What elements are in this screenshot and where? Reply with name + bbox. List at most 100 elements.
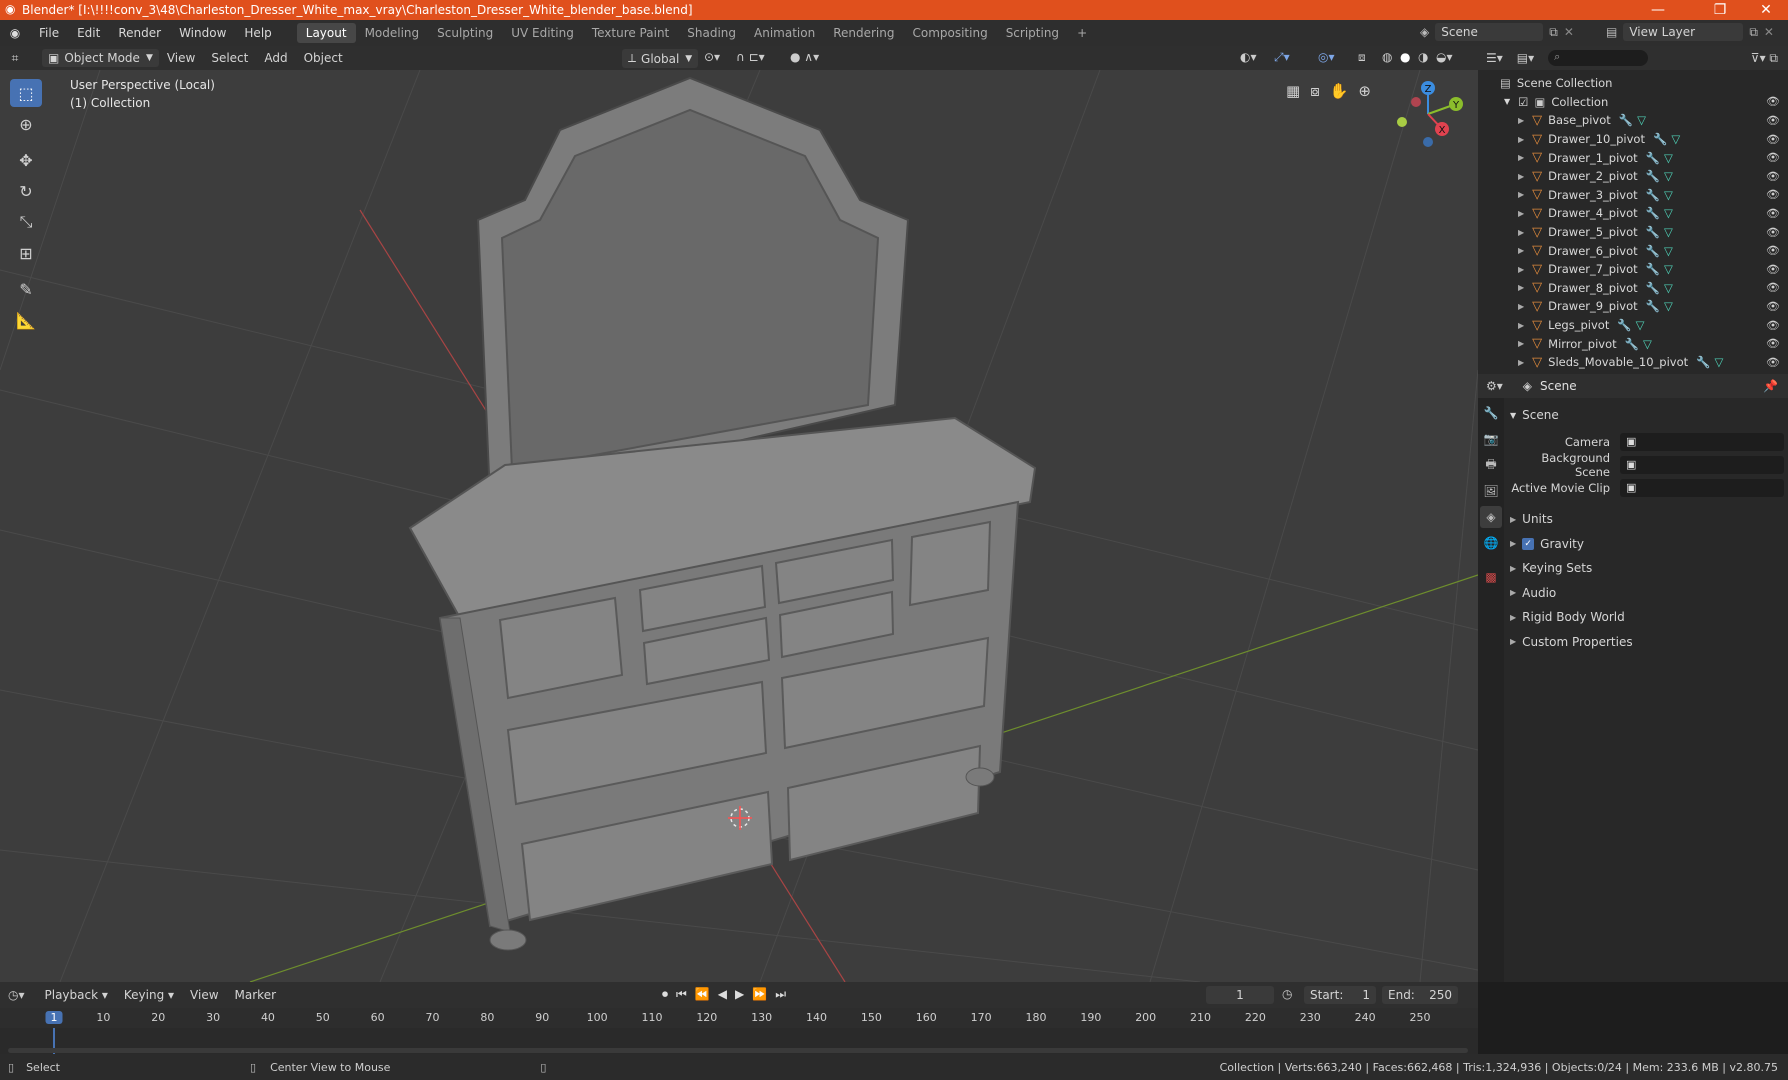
eye-icon[interactable]: 👁 xyxy=(1766,226,1780,239)
eye-icon[interactable]: 👁 xyxy=(1766,319,1780,332)
transform-orientation-dropdown[interactable]: ⟂ Global ▼ xyxy=(622,49,699,68)
timeline-tracks[interactable] xyxy=(0,1028,1478,1054)
mesh-data-icon[interactable]: ▽ xyxy=(1664,169,1673,183)
outliner-collection[interactable]: ▼ ☑ ▣ Collection 👁 xyxy=(1478,93,1788,112)
close-button[interactable]: ✕ xyxy=(1744,0,1788,20)
property-section[interactable]: ▶ Units xyxy=(1508,507,1784,532)
menu-help[interactable]: Help xyxy=(235,26,280,40)
visibility-icon[interactable]: ◐▾ xyxy=(1240,50,1257,64)
viewport-menu-view[interactable]: View xyxy=(159,51,203,65)
workspace-tab-uv-editing[interactable]: UV Editing xyxy=(502,23,583,43)
modifier-icon[interactable]: 🔧 xyxy=(1617,318,1631,332)
solid-shading-icon[interactable]: ● xyxy=(1400,50,1410,64)
chevron-right-icon[interactable]: ▶ xyxy=(1518,265,1524,274)
camera-view-icon[interactable]: ⧇ xyxy=(1310,82,1320,100)
clock-icon[interactable]: ◷ xyxy=(1282,987,1292,1001)
3d-viewport[interactable]: User Perspective (Local) (1) Collection … xyxy=(0,70,1478,982)
menu-file[interactable]: File xyxy=(30,26,68,40)
menu-edit[interactable]: Edit xyxy=(68,26,109,40)
next-keyframe-icon[interactable]: ⏩ xyxy=(752,987,767,1002)
jump-start-icon[interactable]: ⏮ xyxy=(676,987,687,1002)
play-reverse-icon[interactable]: ◀ xyxy=(718,987,727,1002)
eye-icon[interactable]: 👁 xyxy=(1766,170,1780,183)
outliner-scene-collection[interactable]: ▤ Scene Collection xyxy=(1478,74,1788,93)
mesh-data-icon[interactable]: ▽ xyxy=(1671,132,1680,146)
timeline-menu-marker[interactable]: Marker xyxy=(227,988,284,1002)
modifier-icon[interactable]: 🔧 xyxy=(1646,169,1660,183)
start-frame-field[interactable]: Start: 1 xyxy=(1304,986,1376,1004)
modifier-icon[interactable]: 🔧 xyxy=(1646,188,1660,202)
maximize-button[interactable]: ❐ xyxy=(1698,0,1742,20)
menu-render[interactable]: Render xyxy=(109,26,170,40)
mesh-data-icon[interactable]: ▽ xyxy=(1664,188,1673,202)
property-field[interactable]: ▣ xyxy=(1620,432,1784,451)
property-section[interactable]: ▶ Rigid Body World xyxy=(1508,605,1784,630)
chevron-right-icon[interactable]: ▶ xyxy=(1518,321,1524,330)
modifier-icon[interactable]: 🔧 xyxy=(1625,337,1639,351)
scene-field[interactable]: Scene xyxy=(1435,23,1544,41)
tool-tab-icon[interactable]: 🔧 xyxy=(1480,402,1502,424)
modifier-icon[interactable]: 🔧 xyxy=(1653,132,1667,146)
pin-icon[interactable]: 📌 xyxy=(1763,379,1778,393)
modifier-icon[interactable]: 🔧 xyxy=(1646,299,1660,313)
mesh-data-icon[interactable]: ▽ xyxy=(1636,318,1645,332)
outliner-item[interactable]: ▶ ▽ Drawer_4_pivot 🔧 ▽ 👁 xyxy=(1478,204,1788,223)
eye-icon[interactable]: 👁 xyxy=(1766,188,1780,201)
chevron-right-icon[interactable]: ▶ xyxy=(1518,246,1524,255)
eye-icon[interactable]: 👁 xyxy=(1766,114,1780,127)
mesh-data-icon[interactable]: ▽ xyxy=(1664,225,1673,239)
chevron-right-icon[interactable]: ▶ xyxy=(1518,302,1524,311)
chevron-right-icon[interactable]: ▶ xyxy=(1518,358,1524,367)
prev-keyframe-icon[interactable]: ⏪ xyxy=(695,987,710,1002)
timeline-ruler[interactable]: 1 10 20 30 40 50 60 70 80 90 100 110 120 130 140 150 160… xyxy=(0,1008,1478,1028)
scene-selector[interactable]: ◈ Scene ⧉ ✕ xyxy=(1420,23,1574,41)
remove-scene-icon[interactable]: ✕ xyxy=(1564,25,1574,39)
annotate-tool-icon[interactable]: ✎ xyxy=(10,275,42,303)
modifier-icon[interactable]: 🔧 xyxy=(1646,151,1660,165)
remove-view-layer-icon[interactable]: ✕ xyxy=(1764,25,1774,39)
modifier-icon[interactable]: 🔧 xyxy=(1646,206,1660,220)
timeline-scrollbar[interactable] xyxy=(8,1048,1468,1053)
eye-icon[interactable]: 👁 xyxy=(1766,281,1780,294)
workspace-tab-rendering[interactable]: Rendering xyxy=(824,23,903,43)
viewport-menu-object[interactable]: Object xyxy=(296,51,351,65)
cursor-tool-icon[interactable]: ⊕ xyxy=(10,110,42,138)
play-icon[interactable]: ▶ xyxy=(735,987,744,1002)
viewport-menu-add[interactable]: Add xyxy=(256,51,295,65)
properties-editor-icon[interactable]: ⚙▾ xyxy=(1486,379,1503,393)
property-section[interactable]: ▶ Custom Properties xyxy=(1508,630,1784,655)
zoom-view-icon[interactable]: ⊕ xyxy=(1358,82,1371,100)
modifier-icon[interactable]: 🔧 xyxy=(1646,262,1660,276)
filter-icon[interactable]: ⊽▾ ⧉ xyxy=(1751,51,1778,66)
gizmo-neg-x[interactable] xyxy=(1411,97,1421,107)
measure-tool-icon[interactable]: 📐 xyxy=(10,306,42,334)
workspace-tab-animation[interactable]: Animation xyxy=(745,23,824,43)
outliner-item[interactable]: ▶ ▽ Drawer_1_pivot 🔧 ▽ 👁 xyxy=(1478,148,1788,167)
world-tab-icon[interactable]: 🌐 xyxy=(1480,532,1502,554)
chevron-right-icon[interactable]: ▶ xyxy=(1518,172,1524,181)
object-mode-dropdown[interactable]: ▣ Object Mode ▼ xyxy=(42,49,159,67)
mesh-data-icon[interactable]: ▽ xyxy=(1643,337,1652,351)
property-section[interactable]: ▶ Keying Sets xyxy=(1508,556,1784,581)
gizmo-toggle-icon[interactable]: ⤢▾ xyxy=(1274,50,1290,65)
outliner-item[interactable]: ▶ ▽ Legs_pivot 🔧 ▽ 👁 xyxy=(1478,316,1788,335)
eye-icon[interactable]: 👁 xyxy=(1766,300,1780,313)
dresser-model[interactable] xyxy=(408,76,1037,951)
end-frame-field[interactable]: End: 250 xyxy=(1382,986,1458,1004)
scene-tab-icon[interactable]: ◈ xyxy=(1480,506,1502,528)
timeline-editor-icon[interactable]: ◷▾ xyxy=(8,988,25,1002)
proportional-edit-icon[interactable]: ● ∧▾ xyxy=(790,50,819,64)
property-section[interactable]: ▶ ✓ Gravity xyxy=(1508,532,1784,557)
navigation-gizmo[interactable]: Z Y X xyxy=(1386,74,1470,154)
wireframe-shading-icon[interactable]: ◍ xyxy=(1382,50,1392,64)
pan-view-hand-icon[interactable]: ✋ xyxy=(1330,82,1349,100)
outliner-item[interactable]: ▶ ▽ Drawer_2_pivot 🔧 ▽ 👁 xyxy=(1478,167,1788,186)
chevron-down-icon[interactable]: ▼ xyxy=(1504,97,1510,106)
editor-type-icon[interactable]: ⌗ xyxy=(0,51,30,66)
texture-tab-icon[interactable]: ▩ xyxy=(1480,566,1502,588)
outliner-item[interactable]: ▶ ▽ Drawer_10_pivot 🔧 ▽ 👁 xyxy=(1478,130,1788,149)
chevron-right-icon[interactable]: ▶ xyxy=(1518,209,1524,218)
outliner-item[interactable]: ▶ ▽ Mirror_pivot 🔧 ▽ 👁 xyxy=(1478,334,1788,353)
eye-icon[interactable]: 👁 xyxy=(1766,151,1780,164)
outliner-item[interactable]: ▶ ▽ Drawer_5_pivot 🔧 ▽ 👁 xyxy=(1478,223,1788,242)
